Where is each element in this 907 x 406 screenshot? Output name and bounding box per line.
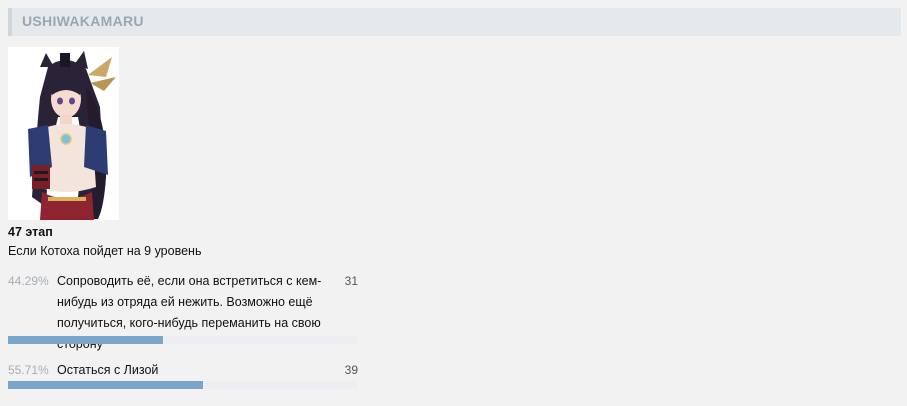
option-bar-fill [8, 381, 203, 389]
stage-title: 47 этап [8, 225, 53, 239]
poll-question: Если Котоха пойдет на 9 уровень [8, 244, 202, 258]
section-title: USHIWAKAMARU [22, 13, 144, 29]
poll-option[interactable]: 55.71% Остаться с Лизой 39 [8, 363, 358, 391]
option-bar-track [8, 381, 358, 389]
option-percent: 44.29% [8, 274, 49, 288]
option-bar-track [8, 336, 358, 344]
option-percent: 55.71% [8, 363, 49, 377]
section-header: USHIWAKAMARU [8, 8, 901, 36]
option-votes: 31 [344, 274, 358, 288]
option-text: Остаться с Лизой [57, 363, 159, 377]
character-portrait [8, 47, 119, 220]
option-bar-fill [8, 336, 163, 344]
portrait-image [8, 47, 119, 220]
poll-option[interactable]: 44.29% Сопроводить её, если она встретит… [8, 274, 358, 351]
option-votes: 39 [344, 363, 358, 377]
